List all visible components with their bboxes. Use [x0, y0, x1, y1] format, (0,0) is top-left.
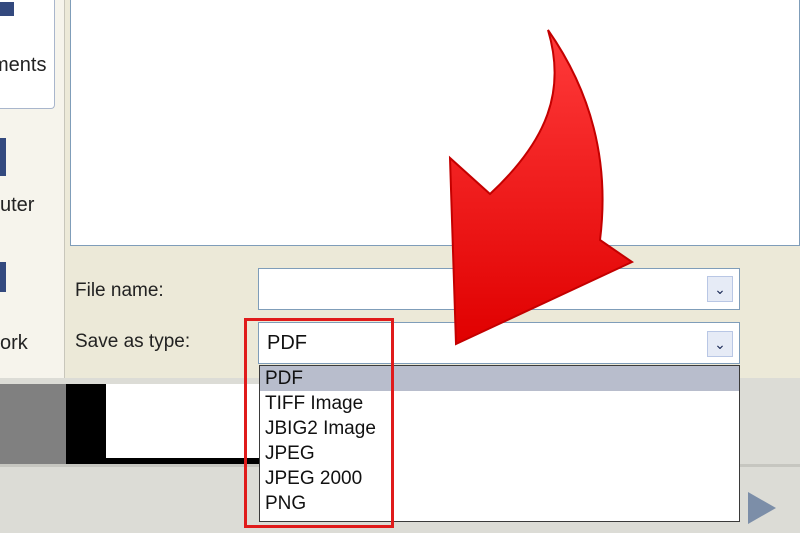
annotation-arrow-icon: [448, 29, 635, 346]
